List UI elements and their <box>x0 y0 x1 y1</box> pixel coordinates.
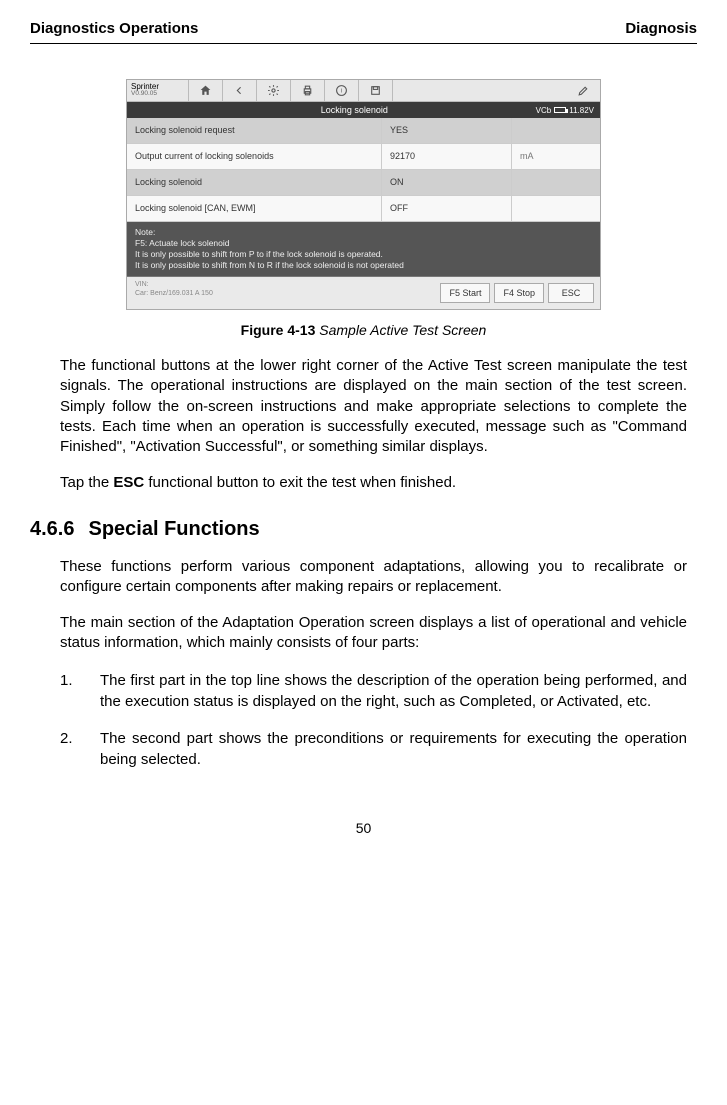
row-unit: mA <box>512 144 600 169</box>
row-label: Output current of locking solenoids <box>127 144 382 169</box>
svg-text:i: i <box>341 89 342 95</box>
screen-titlebar: Locking solenoid VCb 11.82V <box>127 102 600 118</box>
row-value: OFF <box>382 196 512 221</box>
figure-caption: Figure 4-13 Sample Active Test Screen <box>30 322 697 338</box>
table-row: Locking solenoid ON <box>127 170 600 196</box>
f5-start-button[interactable]: F5 Start <box>440 283 490 303</box>
list-item: 2. The second part shows the preconditio… <box>30 728 697 770</box>
print-icon[interactable] <box>291 80 325 101</box>
row-unit <box>512 196 600 221</box>
list-number: 1. <box>60 670 100 712</box>
settings-icon[interactable] <box>257 80 291 101</box>
vin-block: VIN: Car: Benz/169.031 A 150 <box>127 277 434 309</box>
back-icon[interactable] <box>223 80 257 101</box>
section-title: Special Functions <box>88 518 259 541</box>
row-label: Locking solenoid [CAN, EWM] <box>127 196 382 221</box>
list-number: 2. <box>60 728 100 770</box>
save-icon[interactable] <box>359 80 393 101</box>
body-paragraph: These functions perform various componen… <box>30 557 697 598</box>
row-label: Locking solenoid request <box>127 118 382 143</box>
figure-label: Figure 4-13 <box>241 322 316 338</box>
app-version: V0.90.05 <box>131 91 184 98</box>
app-topbar: Sprinter V0.90.05 i <box>127 80 600 102</box>
list-text: The first part in the top line shows the… <box>100 670 687 712</box>
header-divider <box>30 43 697 44</box>
header-right: Diagnosis <box>625 20 697 37</box>
row-value: 92170 <box>382 144 512 169</box>
table-row: Locking solenoid request YES <box>127 118 600 144</box>
row-unit <box>512 118 600 143</box>
row-unit <box>512 170 600 195</box>
function-buttons: F5 Start F4 Stop ESC <box>434 277 600 309</box>
help-icon[interactable]: i <box>325 80 359 101</box>
home-icon[interactable] <box>189 80 223 101</box>
list-text: The second part shows the preconditions … <box>100 728 687 770</box>
figure-title: Sample Active Test Screen <box>315 322 486 338</box>
body-paragraph: The main section of the Adaptation Opera… <box>30 613 697 654</box>
toolbar: i <box>189 80 600 101</box>
section-number: 4.6.6 <box>30 518 74 541</box>
battery-status: VCb 11.82V <box>536 106 594 115</box>
screen-footer: VIN: Car: Benz/169.031 A 150 F5 Start F4… <box>127 277 600 309</box>
row-value: ON <box>382 170 512 195</box>
page-number: 50 <box>30 820 697 836</box>
note-panel: Note: F5: Actuate lock solenoid It is on… <box>127 222 600 277</box>
battery-icon <box>554 107 566 113</box>
row-label: Locking solenoid <box>127 170 382 195</box>
page-header: Diagnostics Operations Diagnosis <box>30 20 697 37</box>
table-row: Locking solenoid [CAN, EWM] OFF <box>127 196 600 222</box>
list-item: 1. The first part in the top line shows … <box>30 670 697 712</box>
f4-stop-button[interactable]: F4 Stop <box>494 283 544 303</box>
edit-icon[interactable] <box>566 80 600 101</box>
screen-title: Locking solenoid <box>173 105 536 115</box>
section-heading: 4.6.6 Special Functions <box>30 518 697 541</box>
app-name-block: Sprinter V0.90.05 <box>127 80 189 101</box>
body-paragraph: The functional buttons at the lower righ… <box>30 356 697 457</box>
active-test-screenshot: Sprinter V0.90.05 i Locking solenoid VCb… <box>126 79 601 310</box>
esc-button[interactable]: ESC <box>548 283 594 303</box>
row-value: YES <box>382 118 512 143</box>
table-row: Output current of locking solenoids 9217… <box>127 144 600 170</box>
body-paragraph: Tap the ESC functional button to exit th… <box>30 473 697 493</box>
header-left: Diagnostics Operations <box>30 20 198 37</box>
